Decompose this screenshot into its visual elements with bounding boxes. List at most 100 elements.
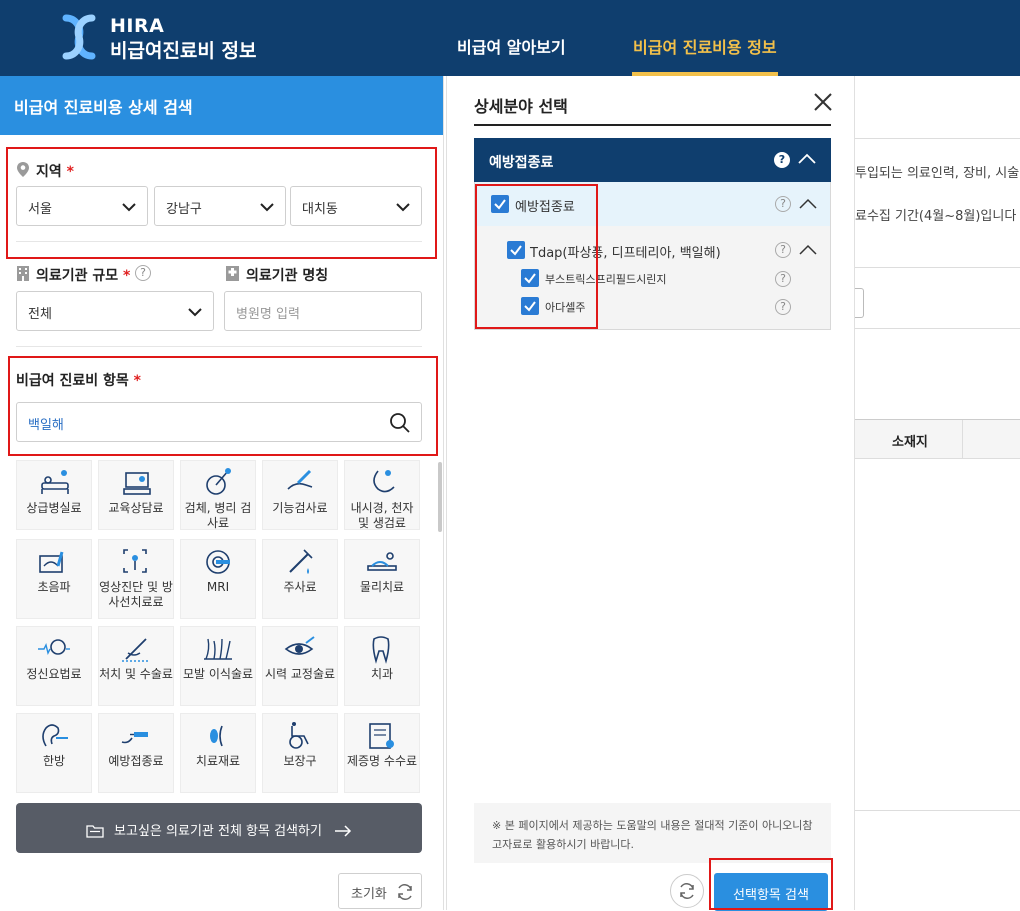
logo-subtitle[interactable]: 비급여진료비 정보 <box>110 36 256 63</box>
category-item-hair-transplant[interactable]: 모발 이식술료 <box>180 626 256 706</box>
tree-label-level1: 예방접종료 <box>515 200 575 215</box>
category-item-function-test[interactable]: 기능검사료 <box>262 460 338 530</box>
bg-text-2: 료수집 기간(4월~8월)입니다 <box>855 209 1017 224</box>
region-label: 지역 * <box>36 161 74 181</box>
item-search-input[interactable]: 백일해 <box>16 402 422 442</box>
help-icon[interactable]: ? <box>774 152 790 168</box>
category-item-physical-therapy[interactable]: 물리치료 <box>344 539 420 619</box>
reset-selection-button[interactable] <box>670 874 704 908</box>
bg-input-edge <box>855 288 864 318</box>
category-item-treatment-material[interactable]: 치료재료 <box>180 713 256 793</box>
checkbox-checked[interactable] <box>491 195 509 213</box>
hair-transplant-icon <box>204 638 232 660</box>
help-icon[interactable]: ? <box>775 271 791 287</box>
category-label: 교육상담료 <box>108 501 164 515</box>
help-icon[interactable]: ? <box>775 299 791 315</box>
tree-label-level3: 부스트릭스프리필드시린지 <box>545 273 667 286</box>
nav-noncovered-cost[interactable]: 비급여 진료비용 정보 <box>633 34 777 58</box>
category-label: 영상진단 및 방사선치료료 <box>99 580 173 609</box>
chevron-up-icon[interactable] <box>798 153 816 165</box>
category-item-surgery[interactable]: 처치 및 수술료 <box>98 626 174 706</box>
category-item-counseling[interactable]: 교육상담료 <box>98 460 174 530</box>
category-label: 기능검사료 <box>272 501 328 515</box>
counseling-icon <box>123 472 151 495</box>
all-items-search-label: 보고싶은 의료기관 전체 항목 검색하기 <box>114 824 322 839</box>
category-item-acupuncture[interactable]: 한방 <box>16 713 92 793</box>
category-label: 모발 이식술료 <box>182 667 254 681</box>
category-label: 보장구 <box>283 754 317 768</box>
category-label: 치과 <box>370 667 394 681</box>
specimen-test-icon <box>206 468 231 495</box>
bg-divider <box>855 267 1020 268</box>
dong-select-value: 대치동 <box>302 202 338 217</box>
category-tree: 예방접종료 ? Tdap(파상풍, 디프테리아, 백일해) ? 부스트릭스프리필… <box>474 182 831 330</box>
help-icon[interactable]: ? <box>775 196 791 212</box>
category-label: 시력 교정술료 <box>264 667 336 681</box>
category-item-psychotherapy[interactable]: 정신요법료 <box>16 626 92 706</box>
hira-logo-icon[interactable] <box>62 14 96 60</box>
checkbox-checked[interactable] <box>521 297 539 315</box>
checkbox-checked[interactable] <box>507 241 525 259</box>
bg-divider <box>855 138 1020 139</box>
district-select[interactable]: 강남구 <box>154 186 286 226</box>
dong-select[interactable]: 대치동 <box>290 186 422 226</box>
checkbox-checked[interactable] <box>521 269 539 287</box>
logo-title[interactable]: HIRA <box>110 15 164 37</box>
endoscope-icon <box>373 470 395 493</box>
refresh-icon <box>680 883 694 899</box>
help-icon[interactable]: ? <box>775 242 791 258</box>
acupuncture-icon <box>42 724 68 747</box>
category-item-wheelchair[interactable]: 보장구 <box>262 713 338 793</box>
category-item-mri[interactable]: MRI <box>180 539 256 619</box>
folder-icon <box>86 825 104 838</box>
check-icon <box>524 273 536 284</box>
check-icon <box>510 245 522 256</box>
vaccination-icon <box>121 732 148 744</box>
scale-help-icon[interactable]: ? <box>135 265 151 281</box>
scale-select[interactable]: 전체 <box>16 291 214 331</box>
chevron-up-icon[interactable] <box>799 244 817 256</box>
category-item-radiology[interactable]: 영상진단 및 방사선치료료 <box>98 539 174 619</box>
required-mark: * <box>66 164 74 180</box>
reset-button[interactable]: 초기화 <box>338 873 422 909</box>
all-items-search-button[interactable]: 보고싶은 의료기관 전체 항목 검색하기 <box>16 803 422 853</box>
close-icon[interactable] <box>813 92 833 112</box>
tree-label-level3: 아다셀주 <box>545 301 586 314</box>
chevron-down-icon <box>122 203 136 212</box>
grid-scrollbar[interactable] <box>438 462 442 532</box>
psychotherapy-icon <box>38 639 70 656</box>
tree-row-level1[interactable]: 예방접종료 ? <box>475 182 830 226</box>
check-icon <box>524 301 536 312</box>
function-test-icon <box>287 469 313 490</box>
bg-col-location: 소재지 <box>892 435 928 450</box>
modal-title-divider <box>474 124 831 126</box>
physical-therapy-icon <box>367 552 397 571</box>
city-select[interactable]: 서울 <box>16 186 148 226</box>
scale-label: 의료기관 규모 * <box>36 265 130 285</box>
category-item-eye[interactable]: 시력 교정술료 <box>262 626 338 706</box>
category-item-vaccination[interactable]: 예방접종료 <box>98 713 174 793</box>
search-icon[interactable] <box>389 412 411 434</box>
eye-icon <box>284 636 315 655</box>
check-icon <box>494 199 506 210</box>
item-label: 비급여 진료비 항목 * <box>16 370 141 390</box>
category-item-specimen-test[interactable]: 검체, 병리 검사료 <box>180 460 256 530</box>
category-item-certificate[interactable]: 제증명 수수료 <box>344 713 420 793</box>
search-selected-button[interactable]: 선택항목 검색 <box>714 873 828 911</box>
required-mark: * <box>123 268 131 284</box>
nav-noncovered-info[interactable]: 비급여 알아보기 <box>457 34 566 58</box>
category-item-injection[interactable]: 주사료 <box>262 539 338 619</box>
certificate-icon <box>369 723 394 749</box>
category-item-tooth[interactable]: 치과 <box>344 626 420 706</box>
category-item-hospital-bed[interactable]: 상급병실료 <box>16 460 92 530</box>
hospital-name-input[interactable]: 병원명 입력 <box>224 291 422 331</box>
divider <box>16 241 422 242</box>
chevron-down-icon <box>188 308 202 317</box>
category-item-ultrasound[interactable]: 초음파 <box>16 539 92 619</box>
category-item-endoscope[interactable]: 내시경, 천자 및 생검료 <box>344 460 420 530</box>
category-header[interactable]: 예방접종료 ? <box>474 138 831 182</box>
arrow-right-icon <box>335 825 352 837</box>
chevron-up-icon[interactable] <box>799 198 817 210</box>
divider <box>16 346 422 347</box>
scale-select-value: 전체 <box>28 307 52 322</box>
